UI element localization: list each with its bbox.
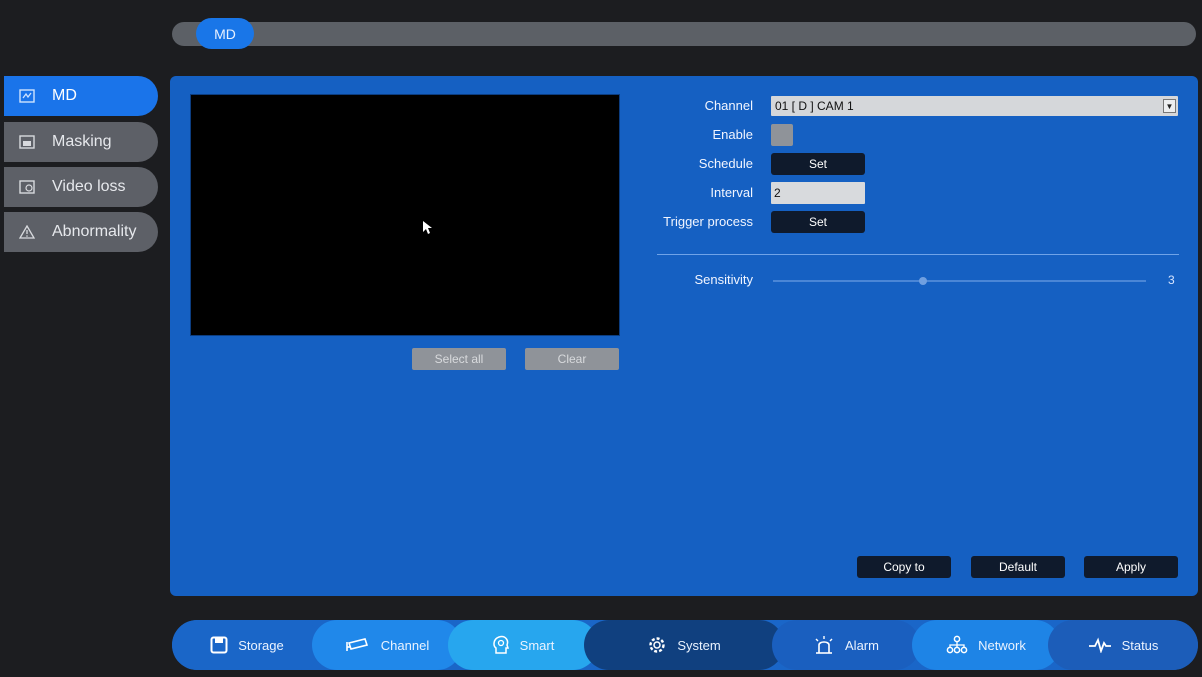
trigger-process-set-button[interactable]: Set bbox=[771, 211, 865, 233]
nav-label: Storage bbox=[238, 637, 284, 653]
screen: MD MD Masking Video loss Abnormality Sel… bbox=[0, 0, 1202, 677]
select-all-button[interactable]: Select all bbox=[412, 348, 506, 370]
network-icon bbox=[946, 635, 968, 655]
channel-label: Channel bbox=[704, 98, 753, 113]
sensitivity-slider[interactable] bbox=[773, 280, 1146, 282]
nav-network[interactable]: Network bbox=[912, 620, 1060, 670]
sidebar-item-label: Masking bbox=[52, 133, 112, 150]
tab-md[interactable]: MD bbox=[196, 18, 254, 49]
channel-select-value: 01 [ D ] CAM 1 bbox=[775, 99, 854, 113]
floppy-icon bbox=[210, 636, 228, 654]
md-settings-panel: Select all Clear Channel Enable Schedule… bbox=[170, 76, 1198, 596]
interval-input[interactable]: 2 bbox=[771, 182, 865, 204]
divider bbox=[657, 254, 1179, 255]
sidebar-item-label: MD bbox=[52, 87, 77, 104]
interval-value: 2 bbox=[774, 186, 781, 200]
pulse-icon bbox=[1088, 637, 1112, 653]
nav-smart[interactable]: Smart bbox=[448, 620, 598, 670]
sidebar-item-md[interactable]: MD bbox=[4, 76, 158, 116]
mouse-cursor-icon bbox=[423, 221, 432, 234]
channel-select[interactable]: 01 [ D ] CAM 1 ▼ bbox=[771, 96, 1178, 116]
nav-storage[interactable]: Storage bbox=[172, 620, 322, 670]
nav-label: Alarm bbox=[845, 637, 879, 653]
smart-head-icon bbox=[492, 635, 510, 655]
bottom-navigation: Storage Channel Smart System Alarm Netwo… bbox=[172, 620, 1198, 670]
nav-channel[interactable]: Channel bbox=[312, 620, 462, 670]
nav-alarm[interactable]: Alarm bbox=[772, 620, 920, 670]
video-loss-icon bbox=[18, 179, 36, 195]
alarm-icon bbox=[813, 635, 835, 655]
sidebar-item-label: Abnormality bbox=[52, 223, 137, 240]
sidebar-item-masking[interactable]: Masking bbox=[4, 122, 158, 162]
sensitivity-label: Sensitivity bbox=[694, 272, 753, 287]
schedule-set-button[interactable]: Set bbox=[771, 153, 865, 175]
nav-system[interactable]: System bbox=[584, 620, 784, 670]
sidebar-item-video-loss[interactable]: Video loss bbox=[4, 167, 158, 207]
sidebar-item-label: Video loss bbox=[52, 178, 126, 195]
nav-label: Smart bbox=[519, 637, 555, 653]
default-button[interactable]: Default bbox=[971, 556, 1065, 578]
nav-label: Channel bbox=[380, 637, 430, 653]
nav-label: System bbox=[677, 637, 721, 653]
sensitivity-slider-thumb[interactable] bbox=[919, 277, 927, 285]
warning-icon bbox=[18, 224, 36, 240]
clear-button[interactable]: Clear bbox=[525, 348, 619, 370]
nav-label: Network bbox=[978, 637, 1026, 653]
sidebar-item-abnormality[interactable]: Abnormality bbox=[4, 212, 158, 252]
copy-to-button[interactable]: Copy to bbox=[857, 556, 951, 578]
camera-icon bbox=[345, 637, 371, 653]
gear-icon bbox=[647, 635, 667, 655]
sensitivity-value: 3 bbox=[1168, 273, 1175, 287]
interval-label: Interval bbox=[710, 185, 753, 200]
apply-button[interactable]: Apply bbox=[1084, 556, 1178, 578]
schedule-label: Schedule bbox=[698, 156, 753, 171]
nav-status[interactable]: Status bbox=[1048, 620, 1198, 670]
dropdown-arrow-icon[interactable]: ▼ bbox=[1163, 99, 1176, 113]
enable-label: Enable bbox=[712, 127, 753, 142]
trigger-process-label: Trigger process bbox=[663, 214, 753, 229]
masking-icon bbox=[18, 134, 36, 150]
nav-label: Status bbox=[1121, 637, 1159, 653]
top-tab-bar: MD bbox=[172, 18, 1196, 49]
motion-icon bbox=[18, 88, 36, 104]
enable-checkbox[interactable] bbox=[771, 124, 793, 146]
